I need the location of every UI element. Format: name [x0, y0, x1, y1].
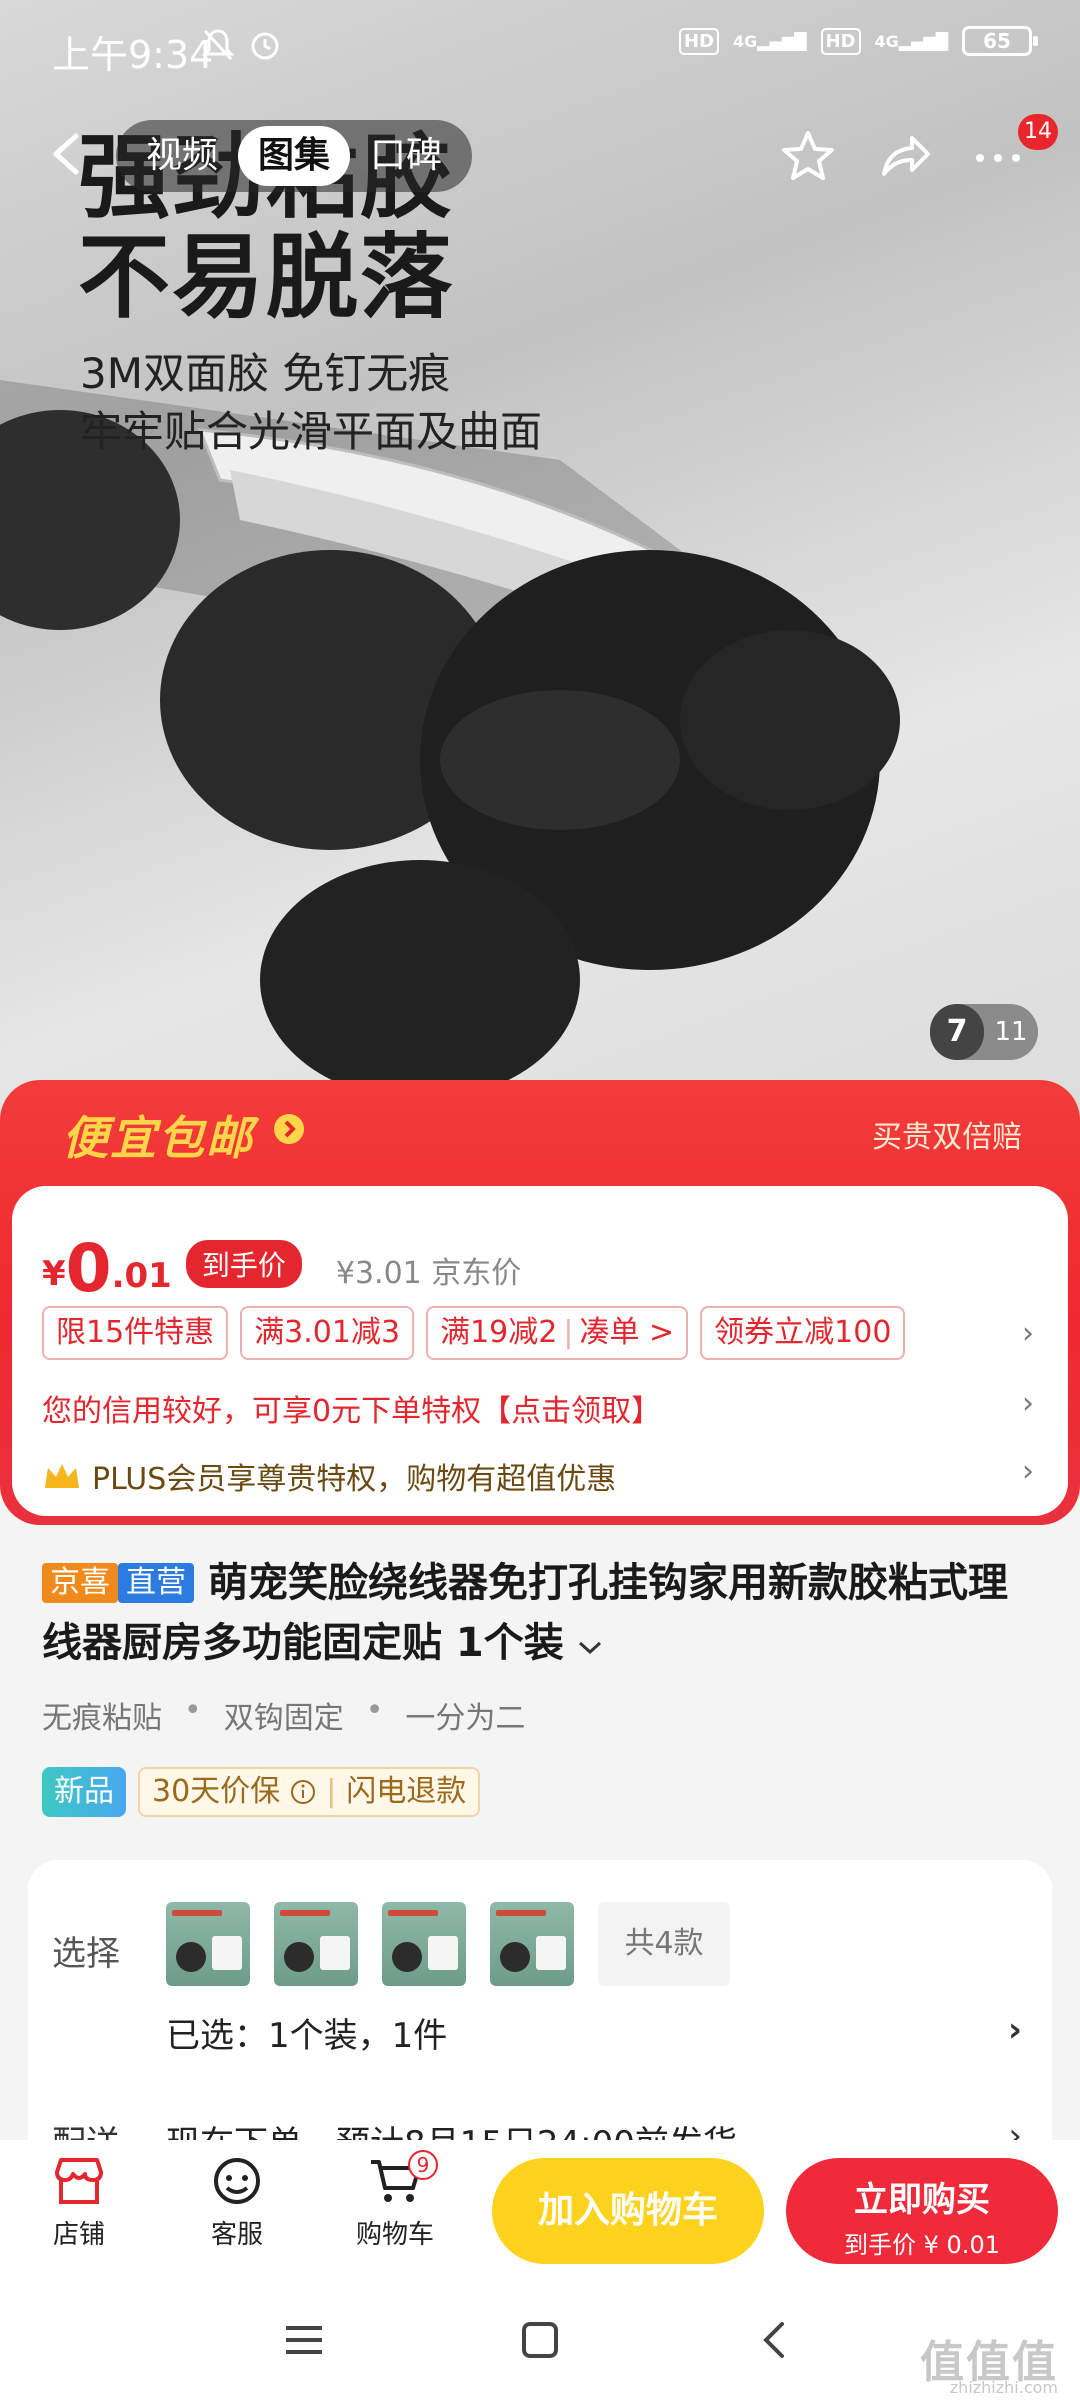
select-label: 选择 [52, 1934, 120, 1974]
mute-icon [202, 29, 234, 61]
system-nav-bar [0, 2288, 1080, 2400]
top-nav: 视频 图集 口碑 14 [0, 112, 1080, 198]
variant-thumb[interactable] [490, 1902, 574, 1986]
chevron-right-icon[interactable]: › [1022, 1386, 1034, 1421]
alarm-icon [251, 32, 279, 60]
plus-member[interactable]: PLUS会员享尊贵特权，购物有超值优惠 [42, 1454, 616, 1498]
product-title[interactable]: 京喜 直营 萌宠笑脸绕线器免打孔挂钩家用新款胶粘式理线器厨房多功能固定贴 1个装 [42, 1553, 1042, 1673]
variant-thumb[interactable] [382, 1902, 466, 1986]
selected-variant: 已选：1个装，1件 [166, 2016, 448, 2056]
guarantee-badge[interactable]: 30天价保 | 闪电退款 [138, 1767, 481, 1817]
watermark-url: zhizhizhi.com [949, 2378, 1058, 2397]
crown-icon [45, 1464, 79, 1488]
chip-discount-2[interactable]: 满19减2 | 凑单 > [426, 1306, 689, 1360]
price-panel: ¥ 0 .01 到手价 ¥3.01 京东价 限15件特惠 满3.01减3 满19… [12, 1186, 1068, 1516]
chevron-right-icon[interactable]: › [1022, 1454, 1034, 1489]
new-badge: 新品 [42, 1767, 126, 1817]
double-refund[interactable]: 买贵双倍赔 [872, 1112, 1022, 1156]
hd-icon-2: HD [820, 27, 861, 55]
feature-list: 无痕粘贴 • 双钩固定 • 一分为二 [42, 1693, 526, 1736]
add-to-cart-button[interactable]: 加入购物车 [492, 2158, 764, 2264]
coupon-chips: 限15件特惠 满3.01减3 满19减2 | 凑单 > 领券立减100 [42, 1306, 906, 1360]
buy-now-button[interactable]: 立即购买 到手价 ¥ 0.01 [786, 2158, 1058, 2264]
gallery-counter: 7 11 [930, 1004, 1038, 1060]
shop-button[interactable]: 店铺 [24, 2156, 134, 2251]
product-info: 京喜 直营 萌宠笑脸绕线器免打孔挂钩家用新款胶粘式理线器厨房多功能固定贴 1个装 无… [0, 1525, 1080, 1860]
tag-jingxi: 京喜 [42, 1563, 118, 1603]
chevron-down-icon[interactable] [578, 1640, 602, 1656]
back-nav-icon[interactable] [754, 2318, 798, 2362]
final-price-tag: 到手价 [185, 1240, 302, 1288]
customer-service-icon [214, 2158, 260, 2204]
home-icon[interactable] [518, 2318, 562, 2362]
signal-icon-2: 4G▂▄▆█ [874, 31, 948, 51]
final-price: 0 [65, 1230, 112, 1307]
store-icon [55, 2158, 103, 2204]
jd-price: ¥3.01 京东价 [335, 1256, 522, 1291]
chip-coupon[interactable]: 领券立减100 [700, 1306, 906, 1360]
service-badges: 新品 30天价保 | 闪电退款 [42, 1767, 481, 1817]
bottom-action-bar: 店铺 客服 9 购物车 加入购物车 立即购买 到手价 ¥ 0.01 [0, 2140, 1080, 2288]
star-icon[interactable] [780, 128, 836, 184]
tab-reviews[interactable]: 口碑 [350, 126, 462, 186]
variant-thumb[interactable] [274, 1902, 358, 1986]
chevron-right-icon[interactable]: › [1022, 1316, 1034, 1351]
price-row: ¥ 0 .01 到手价 ¥3.01 京东价 [42, 1230, 522, 1307]
chevron-right-icon[interactable] [274, 1114, 304, 1144]
tag-direct: 直营 [118, 1563, 194, 1603]
back-icon[interactable] [46, 132, 90, 176]
chip-discount-3[interactable]: 满3.01减3 [240, 1306, 415, 1360]
tab-video[interactable]: 视频 [126, 126, 238, 186]
variant-count[interactable]: 共4款 [598, 1902, 730, 1986]
status-bar: 上午9:34 HD 4G▂▄▆█ HD 4G▂▄▆█ 65 [0, 0, 1080, 92]
status-time: 上午9:34 [52, 33, 214, 77]
message-badge: 14 [1018, 114, 1058, 150]
tab-gallery[interactable]: 图集 [238, 126, 351, 186]
media-tabs: 视频 图集 口碑 [116, 120, 473, 192]
cart-button[interactable]: 9 购物车 [340, 2150, 450, 2251]
promo-title[interactable]: 便宜包邮 [62, 1102, 254, 1168]
variant-thumb[interactable] [166, 1902, 250, 1986]
info-icon [291, 1780, 316, 1804]
signal-icon-1: 4G▂▄▆█ [733, 31, 807, 51]
chip-limited[interactable]: 限15件特惠 [42, 1306, 229, 1360]
chevron-right-icon[interactable]: › [1008, 2010, 1022, 2050]
variant-thumbnails: 共4款 [166, 1902, 730, 1986]
spec-selector[interactable]: 选择 共4款 已选：1个装，1件 › 配送 现在下单，预计8月15日24:00前… [28, 1860, 1052, 2164]
hero-subtitle: 3M双面胶 免钉无痕 牢牢贴合光滑平面及曲面 [80, 349, 543, 456]
menu-icon[interactable] [282, 2318, 326, 2362]
hd-icon: HD [679, 27, 720, 55]
service-button[interactable]: 客服 [182, 2156, 292, 2251]
credit-privilege[interactable]: 您的信用较好，可享0元下单特权【点击领取】 [42, 1386, 661, 1430]
cart-count-badge: 9 [408, 2150, 438, 2180]
share-icon[interactable] [876, 128, 932, 184]
product-gallery[interactable]: 强劲粘胶 不易脱落 3M双面胶 免钉无痕 牢牢贴合光滑平面及曲面 上午9:34 … [0, 0, 1080, 1120]
promo-card: 便宜包邮 买贵双倍赔 ¥ 0 .01 到手价 ¥3.01 京东价 限15件特惠 … [0, 1080, 1080, 1525]
battery-icon: 65 [962, 26, 1038, 56]
